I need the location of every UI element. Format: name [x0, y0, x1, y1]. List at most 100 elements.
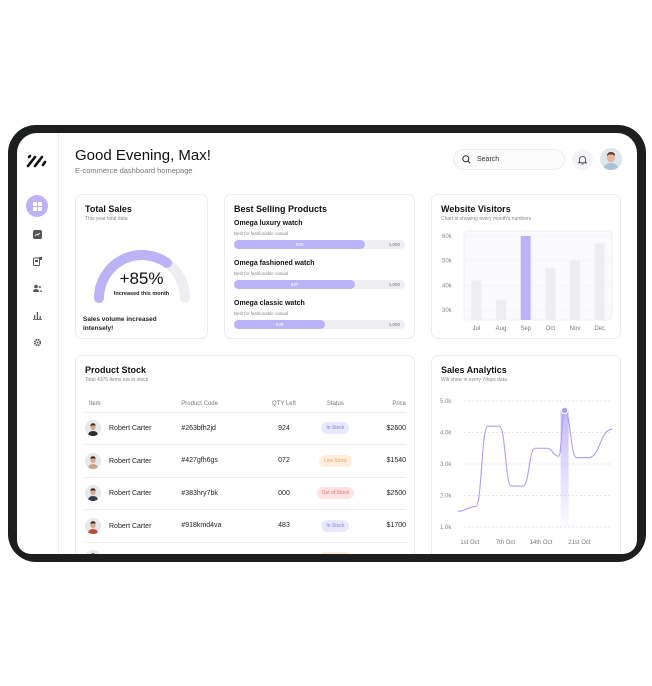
price-cell: $1700: [361, 509, 406, 543]
x-tick-label: 21st Oct: [568, 540, 591, 546]
y-tick-label: 4.0k: [440, 431, 452, 437]
column-header: QTY Left: [258, 396, 310, 413]
sales-line: [457, 409, 613, 512]
qty-cell: 000: [258, 477, 310, 510]
item-avatar: [85, 517, 101, 534]
x-tick-label: 14th Oct: [530, 540, 553, 546]
product-description: Best for fashionable casual: [234, 231, 289, 236]
item-avatar: [85, 485, 101, 502]
table-header: Item Product Code QTY Left Status Price: [85, 396, 406, 413]
status-cell: In Stock: [309, 509, 362, 543]
y-tick-label: 40k: [442, 283, 453, 289]
grid-icon: [32, 201, 42, 211]
user-avatar[interactable]: [600, 148, 622, 170]
item-name: Robert Carter: [109, 490, 152, 498]
y-tick-label: 3.0k: [440, 462, 452, 468]
sidebar-item-orders[interactable]: [26, 250, 48, 272]
product-description: Best for fashionable casual: [234, 311, 289, 316]
document-icon: [32, 256, 42, 266]
sidebar-item-reports[interactable]: [26, 304, 48, 326]
gauge-label: Increased this month: [113, 291, 170, 297]
users-icon: [32, 284, 42, 292]
status-badge: Low Stock: [318, 454, 352, 467]
logo-icon: [26, 154, 47, 168]
status-badge: In Stock: [321, 519, 350, 532]
product-stock-subtitle: Total 4376 items are in stock: [85, 377, 149, 383]
qty-cell: 924: [258, 412, 310, 445]
website-visitors-card: Website Visitors Chart is showing every …: [431, 194, 621, 339]
status-cell: Low Stock: [309, 542, 362, 554]
item-cell: Robert Carter: [85, 444, 182, 478]
item-cell: Robert Carter: [85, 542, 182, 554]
gauge-value: +85%: [119, 269, 164, 288]
search-input[interactable]: Search: [453, 149, 565, 170]
gear-icon: [33, 338, 41, 346]
item-name: Robert Carter: [109, 425, 152, 433]
product-sales-bar: 920 1,000: [234, 240, 405, 249]
visitors-bar-chart: 60k 50k 40k 30k Jul Aug Sep Oct Nov Dec: [442, 230, 613, 332]
x-tick-label: 7th Oct: [496, 540, 516, 546]
status-badge: Out of Stock: [316, 487, 355, 500]
total-sales-card: Total Sales This year total data +85% In…: [75, 194, 208, 339]
item-avatar: [85, 452, 101, 469]
bar-jul[interactable]: [471, 280, 482, 320]
y-tick-label: 5.0k: [440, 399, 452, 405]
product-sales-bar: 639 1,000: [234, 320, 405, 329]
bar-oct[interactable]: [545, 268, 556, 320]
column-header: Status: [309, 396, 362, 413]
item-cell: Robert Carter: [85, 509, 182, 543]
product-sales-fill: 639: [234, 320, 326, 329]
page-subtitle: E-commerce dashboard homepage: [75, 166, 193, 175]
page-title: Good Evening, Max!: [75, 147, 211, 164]
x-tick-label: Aug: [496, 326, 507, 332]
x-tick-label: Dec: [594, 326, 605, 332]
avatar-image: [600, 148, 622, 170]
product-name: Omega fashioned watch: [234, 260, 315, 267]
sidebar: [17, 133, 59, 554]
y-tick-label: 30k: [442, 308, 453, 314]
product-description: Best for fashionable casual: [234, 271, 289, 276]
y-tick-label: 2.0k: [440, 494, 452, 500]
column-header: Product Code: [181, 396, 259, 413]
x-tick-label: Sep: [520, 326, 531, 332]
search-icon: [462, 155, 471, 164]
code-cell: #427gfh6gs: [181, 444, 259, 478]
qty-cell: 054: [258, 542, 310, 554]
bar-dec[interactable]: [594, 243, 605, 320]
item-cell: Robert Carter: [85, 412, 182, 445]
x-tick-label: 1st Oct: [460, 540, 479, 546]
code-cell: #263bfh2jd: [181, 412, 259, 445]
table-row[interactable]: Robert Carter #263bfh2jd 924 In Stock $2600: [85, 412, 406, 445]
sidebar-item-analytics[interactable]: [26, 223, 48, 245]
product-sales-max: 1,000: [388, 242, 400, 247]
table-row[interactable]: Robert Carter#928lkm9md054 Low Stock $1300: [85, 542, 406, 554]
price-cell: $1540: [361, 444, 406, 478]
table-row[interactable]: Robert Carter #383hry7bk 000 Out of Stock $2…: [85, 477, 406, 510]
product-stock-card: Product Stock Total 4376 items are in st…: [75, 355, 415, 554]
product-sales-max: 1,000: [388, 322, 400, 327]
qty-cell: 072: [258, 444, 310, 478]
sidebar-item-customers[interactable]: [26, 277, 48, 299]
price-cell: $2600: [361, 412, 406, 445]
product-sales-bar: 847 1,000: [234, 280, 405, 289]
sidebar-item-settings[interactable]: [26, 331, 48, 353]
highlight-point[interactable]: [560, 406, 569, 415]
bar-aug[interactable]: [496, 300, 506, 320]
x-tick-label: Jul: [472, 326, 480, 332]
sales-analytics-card: Sales Analytics Will show in every 7days…: [431, 355, 621, 554]
table-row[interactable]: Robert Carter #918kmd4va 483 In Stock $1700: [85, 509, 406, 543]
item-avatar: [85, 550, 101, 554]
product-sales-max: 1,000: [388, 282, 400, 287]
sidebar-item-dashboard[interactable]: [26, 195, 48, 217]
best-selling-title: Best Selling Products: [234, 204, 328, 214]
notifications-button[interactable]: [572, 149, 593, 170]
item-avatar: [85, 420, 101, 437]
product-name: Omega classic watch: [234, 300, 305, 307]
dashboard-screen: Good Evening, Max! E-commerce dashboard …: [17, 133, 637, 554]
item-name: Robert Carter: [109, 457, 152, 465]
column-header: Item: [85, 396, 182, 413]
product-name: Omega luxury watch: [234, 220, 303, 227]
bar-nov[interactable]: [570, 260, 580, 320]
bar-sep[interactable]: [520, 235, 531, 320]
table-row[interactable]: Robert Carter #427gfh6gs 072 Low Stock $1540: [85, 444, 406, 478]
